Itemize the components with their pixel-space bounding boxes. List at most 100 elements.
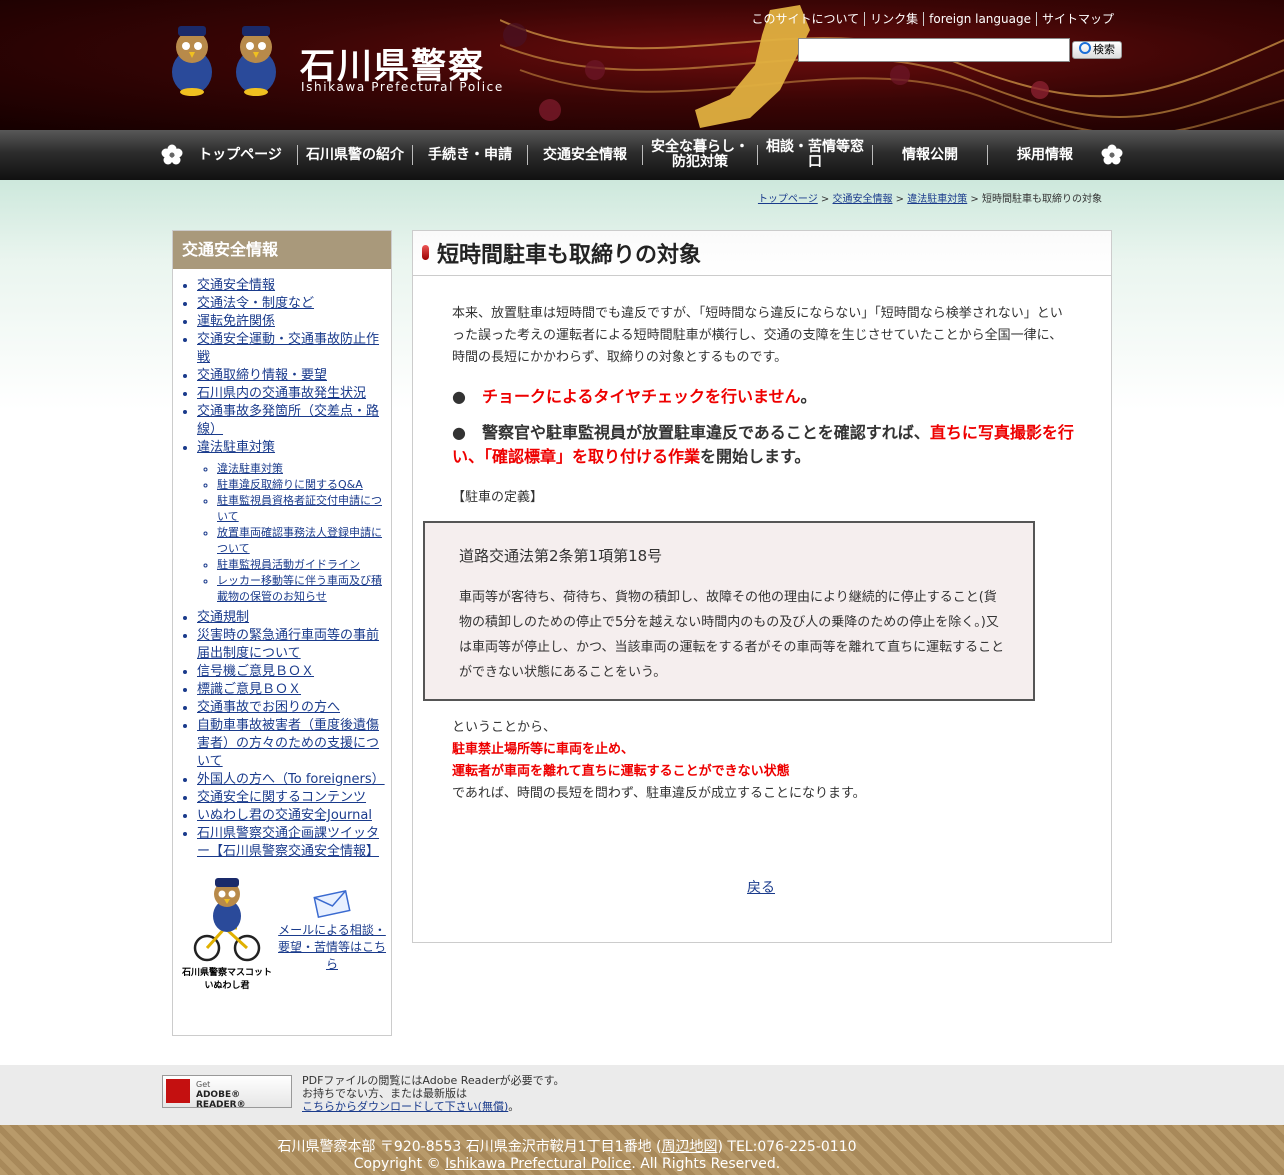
sidebar-link-accident-help[interactable]: 交通事故でお困りの方へ	[197, 700, 340, 715]
sidebar-item: 交通安全に関するコンテンツ	[197, 789, 391, 807]
site-logo-subtitle: Ishikawa Prefectural Police	[301, 80, 504, 94]
sidebar-link-enforcement[interactable]: 交通取締り情報・要望	[197, 368, 327, 383]
main-content: 短時間駐車も取締りの対象 本来、放置駐車は短時間でも違反ですが、「短時間なら違反…	[412, 230, 1112, 943]
footer-copyright-link[interactable]: Ishikawa Prefectural Police	[445, 1156, 631, 1172]
sidebar-link-license[interactable]: 運転免許関係	[197, 314, 275, 329]
sidebar-item: 石川県警察交通企画課ツイッター【石川県警察交通安全情報】	[197, 825, 391, 861]
top-link-links[interactable]: リンク集	[864, 12, 924, 26]
sidebar-item: 信号機ご意見ＢＯＸ	[197, 663, 391, 681]
mail-icon[interactable]	[313, 888, 352, 921]
sidebar-link-accident-status[interactable]: 石川県内の交通事故発生状況	[197, 386, 366, 401]
sidebar-link-victim-support[interactable]: 自動車事故被害者（重度後遺傷害者）の方々のための支援について	[197, 718, 379, 769]
adobe-reader-icon	[166, 1079, 190, 1103]
breadcrumb-traffic-safety[interactable]: 交通安全情報	[833, 194, 893, 205]
sidebar-menu: 交通安全情報 交通法令・制度など 運転免許関係 交通安全運動・交通事故防止作戦 …	[173, 277, 391, 861]
nav-information-disclosure[interactable]: 情報公開	[874, 130, 986, 180]
sidebar-item: 交通事故でお困りの方へ	[197, 699, 391, 717]
sidebar-sub-link[interactable]: 駐車監視員活動ガイドライン	[217, 558, 360, 571]
main-nav: トップページ 石川県警の紹介 手続き・申請 交通安全情報 安全な暮らし・防犯対策…	[0, 130, 1284, 180]
mascot-bicycle-icon	[193, 878, 261, 962]
nav-recruitment[interactable]: 採用情報	[989, 130, 1101, 180]
footer: 石川県警察本部 〒920-8553 石川県金沢市鞍月1丁目1番地 (周辺地図) …	[0, 1125, 1284, 1175]
bullet-chalk-red: チョークによるタイヤチェックを行いません	[481, 387, 801, 406]
definition-title: 道路交通法第2条第1項第18号	[459, 547, 663, 565]
top-link-foreign-language[interactable]: foreign language	[923, 12, 1036, 26]
back-link[interactable]: 戻る	[747, 877, 775, 897]
sidebar-item: 交通規制	[197, 609, 391, 627]
sidebar-sub-link[interactable]: 放置車両確認事務法人登録申請について	[217, 526, 382, 555]
nav-consultation[interactable]: 相談・苦情等窓口	[765, 130, 865, 180]
adobe-download-link[interactable]: こちらからダウンロードして下さい(無償)	[302, 1100, 508, 1113]
breadcrumb-top-page[interactable]: トップページ	[758, 194, 818, 205]
sidebar-sub-link[interactable]: レッカー移動等に伴う車両及び積載物の保管のお知らせ	[217, 574, 382, 603]
adobe-reader-badge[interactable]: Get ADOBE® READER®	[162, 1075, 292, 1110]
nav-traffic-safety[interactable]: 交通安全情報	[529, 130, 641, 180]
intro-text: 本来、放置駐車は短時間でも違反ですが、「短時間なら違反にならない」「短時間なら検…	[452, 306, 1063, 365]
flower-icon	[1101, 144, 1123, 165]
mascot-bicycle: 石川県警察マスコット いぬわし君	[181, 876, 273, 991]
page-header: 短時間駐車も取締りの対象	[413, 231, 1111, 276]
definition-box: 道路交通法第2条第1項第18号 車両等が客待ち、荷待ち、貨物の積卸し、故障その他…	[423, 521, 1035, 701]
search-button[interactable]: 検索	[1072, 41, 1122, 59]
footer-copyright: Copyright © Ishikawa Prefectural Police.…	[353, 1156, 781, 1172]
sidebar-item: 交通取締り情報・要望	[197, 367, 391, 385]
nav-top-page[interactable]: トップページ	[185, 130, 295, 180]
page-title: 短時間駐車も取締りの対象	[437, 243, 702, 268]
sidebar-link-twitter[interactable]: 石川県警察交通企画課ツイッター【石川県警察交通安全情報】	[197, 826, 379, 859]
sidebar-item: 運転免許関係	[197, 313, 391, 331]
sidebar-link-accident-spots[interactable]: 交通事故多発箇所（交差点・路線）	[197, 404, 379, 437]
sidebar-item: 災害時の緊急通行車両等の事前届出制度について	[197, 627, 391, 663]
sidebar-link-traffic-laws[interactable]: 交通法令・制度など	[197, 296, 314, 311]
sidebar-submenu: 違法駐車対策 駐車違反取締りに関するQ&A 駐車監視員資格者証交付申請について …	[197, 461, 391, 605]
sidebar-link-safety-content[interactable]: 交通安全に関するコンテンツ	[197, 790, 366, 805]
sidebar-link-safety-campaign[interactable]: 交通安全運動・交通事故防止作戦	[197, 332, 379, 365]
sidebar-item: 交通安全運動・交通事故防止作戦	[197, 331, 391, 367]
sidebar-link-illegal-parking[interactable]: 違法駐車対策	[197, 440, 275, 455]
top-link-sitemap[interactable]: サイトマップ	[1035, 12, 1119, 26]
footer-map-link[interactable]: 周辺地図	[662, 1139, 718, 1155]
sidebar-link-sign-opinion[interactable]: 標識ご意見ＢＯＸ	[197, 682, 301, 697]
sidebar-item: いぬわし君の交通安全Journal	[197, 807, 391, 825]
nav-separator	[297, 145, 298, 165]
sidebar-item: 交通法令・制度など	[197, 295, 391, 313]
mascot-caption: 石川県警察マスコット	[181, 968, 272, 978]
bullet-photo: ● 警察官や駐車監視員が放置駐車違反であることを確認すれば、直ちに写真撮影を行い…	[452, 423, 1074, 466]
top-link-about[interactable]: このサイトについて	[746, 12, 864, 26]
nav-safe-living[interactable]: 安全な暮らし・防犯対策	[650, 130, 750, 180]
nav-procedures[interactable]: 手続き・申請	[414, 130, 526, 180]
sidebar-item: 交通事故多発箇所（交差点・路線）	[197, 403, 391, 439]
sidebar-link-traffic-info[interactable]: 交通安全情報	[197, 278, 275, 293]
search-button-label: 検索	[1093, 43, 1115, 56]
sidebar-link-journal[interactable]: いぬわし君の交通安全Journal	[197, 808, 372, 823]
flower-icon	[161, 144, 183, 165]
sidebar-item: 標識ご意見ＢＯＸ	[197, 681, 391, 699]
sidebar-link-signal-opinion[interactable]: 信号機ご意見ＢＯＸ	[197, 664, 314, 679]
nav-separator	[987, 145, 988, 165]
nav-separator	[412, 145, 413, 165]
nav-separator	[872, 145, 873, 165]
sidebar-link-emergency-vehicles[interactable]: 災害時の緊急通行車両等の事前届出制度について	[197, 628, 379, 661]
mail-consultation: メールによる相談・要望・苦情等はこちら	[278, 888, 386, 973]
sidebar: 交通安全情報 交通安全情報 交通法令・制度など 運転免許関係 交通安全運動・交通…	[172, 230, 392, 1036]
breadcrumb-illegal-parking[interactable]: 違法駐車対策	[907, 194, 967, 205]
sidebar-sub-link[interactable]: 駐車違反取締りに関するQ&A	[217, 478, 363, 491]
breadcrumb-current: 短時間駐車も取締りの対象	[982, 194, 1102, 205]
top-links: このサイトについて リンク集 foreign language サイトマップ	[746, 10, 1119, 27]
sidebar-sub-link[interactable]: 違法駐車対策	[217, 462, 283, 475]
sidebar-link-traffic-regulation[interactable]: 交通規制	[197, 610, 249, 625]
definition-label: 【駐車の定義】	[452, 490, 544, 505]
site-header: 石川県警察 Ishikawa Prefectural Police このサイトに…	[0, 0, 1284, 130]
search-input[interactable]	[798, 38, 1070, 62]
sidebar-sub-link[interactable]: 駐車監視員資格者証交付申請について	[217, 494, 382, 523]
title-marker-icon	[422, 245, 429, 260]
conclusion-red-1: 駐車禁止場所等に車両を止め、	[452, 742, 635, 757]
nav-separator	[642, 145, 643, 165]
mail-consultation-link[interactable]: メールによる相談・要望・苦情等はこちら	[278, 923, 386, 971]
definition-body: 車両等が客待ち、荷待ち、貨物の積卸し、故障その他の理由により継続的に停止すること…	[459, 590, 1005, 680]
nav-about-police[interactable]: 石川県警の紹介	[299, 130, 411, 180]
sidebar-item: 石川県内の交通事故発生状況	[197, 385, 391, 403]
sidebar-link-foreigners[interactable]: 外国人の方へ（To foreigners）	[197, 772, 385, 787]
nav-separator	[527, 145, 528, 165]
conclusion-red-2: 運転者が車両を離れて直ちに運転することができない状態	[452, 764, 790, 779]
footer-address: 石川県警察本部 〒920-8553 石川県金沢市鞍月1丁目1番地 (周辺地図) …	[277, 1139, 857, 1155]
